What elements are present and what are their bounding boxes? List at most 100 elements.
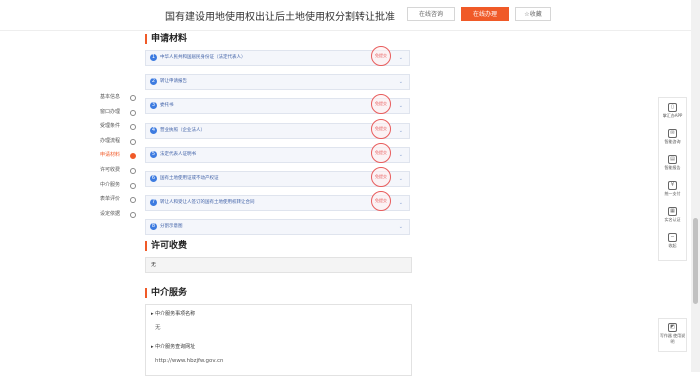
favorite-label: 收藏 [529,11,542,18]
scrollbar-thumb[interactable] [693,218,698,304]
fees-value: 无 [151,262,157,268]
intermediary-name-label: ▸ 中介服务事项名称 [151,311,196,317]
material-item[interactable]: 8 分割示意图 ⌄ [145,219,410,236]
chevron-down-icon[interactable]: ⌄ [399,175,403,183]
intermediary-url-label: ▸ 中介服务查询网址 [151,344,196,350]
nav-item-basic-info[interactable]: 基本信息 [100,93,136,108]
nav-label: 受理条件 [100,123,121,130]
material-item[interactable]: 4 营业执照（企业法人） 免提交 ⌄ [145,118,410,139]
nav-item-fees[interactable]: 许可收费 [100,166,136,181]
right-toolbar: ▯ 掌汇办APP ✉ 智能咨询 ▤ 智能报告 ¥ 统一支付 ▦ 实名认证 − 收起 [658,97,687,261]
material-item[interactable]: 7 转让人和受让人签订的国有土地使用权转让合同 免提交 ⌄ [145,191,410,212]
chevron-down-icon[interactable]: ⌄ [399,223,403,231]
material-item[interactable]: 2 转让申请报告 ⌄ [145,74,410,91]
exempt-stamp: 免提交 [371,46,391,66]
intermediary-url-link[interactable]: http://www.hbzjfw.gov.cn [155,357,224,365]
nav-dot [130,138,136,145]
materials-list: 1 中华人民共和国居民身份证（法定代表人） 免提交 ⌄ 2 转让申请报告 ⌄ 3… [145,46,410,244]
apply-label: 在线办理 [472,11,497,18]
pay-icon: ¥ [668,181,677,190]
nav-dot [130,109,136,116]
nav-label: 中介服务 [100,181,121,188]
material-label: 法定代表人证明书 [160,151,196,157]
material-item[interactable]: 6 国有土地使用证或不动产权证 免提交 ⌄ [145,166,410,187]
material-label: 转让申请报告 [160,79,187,85]
nav-item-intermediary[interactable]: 中介服务 [100,181,136,196]
nav-label: 申请材料 [100,152,121,159]
guide-label: 写作器 使用说明 [659,333,686,344]
scrollbar[interactable] [691,0,700,372]
materials-section-title: 申请材料 [145,34,187,44]
material-number: 1 [150,54,157,61]
consult-label: 在线咨询 [418,11,443,18]
chevron-down-icon[interactable]: ⌄ [399,199,403,207]
exempt-stamp: 免提交 [371,191,391,212]
material-number: 6 [150,174,157,182]
exempt-stamp: 免提交 [371,94,391,115]
material-number: 4 [150,126,157,134]
smart-report-item[interactable]: ▤ 智能报告 [659,155,686,171]
name-label-text: 中介服务事项名称 [155,311,196,317]
intermediary-box: ▸ 中介服务事项名称 无 ▸ 中介服务查询网址 http://www.hbzjf… [145,304,412,376]
exempt-stamp: 免提交 [371,142,391,163]
material-label: 中华人民共和国居民身份证（法定代表人） [160,55,246,60]
real-name-item[interactable]: ▦ 实名认证 [659,207,686,223]
material-number: 3 [150,102,157,110]
chevron-down-icon[interactable]: ⌄ [399,54,403,62]
online-consult-button[interactable]: 在线咨询 [407,7,455,21]
intermediary-section-title: 中介服务 [145,288,187,298]
material-number: 2 [150,78,157,86]
collapse-item[interactable]: − 收起 [659,233,686,249]
chevron-down-icon[interactable]: ⌄ [399,102,403,110]
nav-item-process[interactable]: 办理流程 [100,137,136,152]
guide-widget[interactable]: ◩ 写作器 使用说明 [658,318,687,352]
nav-dot [130,211,136,218]
nav-item-conditions[interactable]: 受理条件 [100,122,136,137]
material-label: 国有土地使用证或不动产权证 [160,175,219,181]
rb-label: 掌汇办APP [662,113,683,118]
material-label: 营业执照（企业法人） [160,127,205,133]
nav-label: 许可收费 [100,166,121,173]
material-item[interactable]: 1 中华人民共和国居民身份证（法定代表人） 免提交 ⌄ [145,46,410,66]
rb-label: 智能报告 [664,165,681,170]
exempt-stamp: 免提交 [371,166,391,187]
url-label-text: 中介服务查询网址 [155,344,196,350]
material-item[interactable]: 3 委托书 免提交 ⌄ [145,94,410,115]
rb-label: 智能咨询 [664,139,681,144]
nav-item-evaluation[interactable]: 表单评价 [100,195,136,210]
exempt-stamp: 免提交 [371,118,391,139]
nav-dot [130,153,136,160]
app-download-item[interactable]: ▯ 掌汇办APP [659,103,686,119]
material-number: 5 [150,150,157,158]
nav-dot [130,124,136,131]
qr-icon: ▦ [668,207,677,216]
nav-label: 办理流程 [100,137,121,144]
material-item[interactable]: 5 法定代表人证明书 免提交 ⌄ [145,142,410,163]
chevron-down-icon[interactable]: ⌄ [399,151,403,159]
unified-pay-item[interactable]: ¥ 统一支付 [659,181,686,197]
nav-dot [130,182,136,189]
rb-label: 实名认证 [664,217,681,222]
chevron-down-icon[interactable]: ⌄ [399,127,403,135]
favorite-button[interactable]: ☆收藏 [515,7,551,21]
nav-label: 设定依据 [100,210,121,217]
material-label: 委托书 [160,103,174,109]
consult-icon: ✉ [668,129,677,138]
nav-label: 表单评价 [100,196,121,203]
nav-dot [130,95,136,101]
left-nav: 基本信息 窗口办理 受理条件 办理流程 申请材料 许可收费 中介服务 表单评价 … [100,93,136,224]
nav-label: 窗口办理 [100,108,121,115]
chevron-down-icon[interactable]: ⌄ [399,78,403,86]
page-title: 国有建设用地使用权出让后土地使用权分割转让批准 [165,12,395,23]
online-apply-button[interactable]: 在线办理 [461,7,509,21]
nav-item-window[interactable]: 窗口办理 [100,108,136,123]
material-number: 8 [150,223,157,231]
material-number: 7 [150,199,157,207]
smart-consult-item[interactable]: ✉ 智能咨询 [659,129,686,145]
nav-item-basis[interactable]: 设定依据 [100,210,136,225]
material-label: 分割示意图 [160,224,183,230]
nav-item-materials[interactable]: 申请材料 [100,151,136,166]
guide-item[interactable]: ◩ 写作器 使用说明 [659,323,686,345]
collapse-icon: − [668,233,677,242]
guide-icon: ◩ [668,323,677,332]
